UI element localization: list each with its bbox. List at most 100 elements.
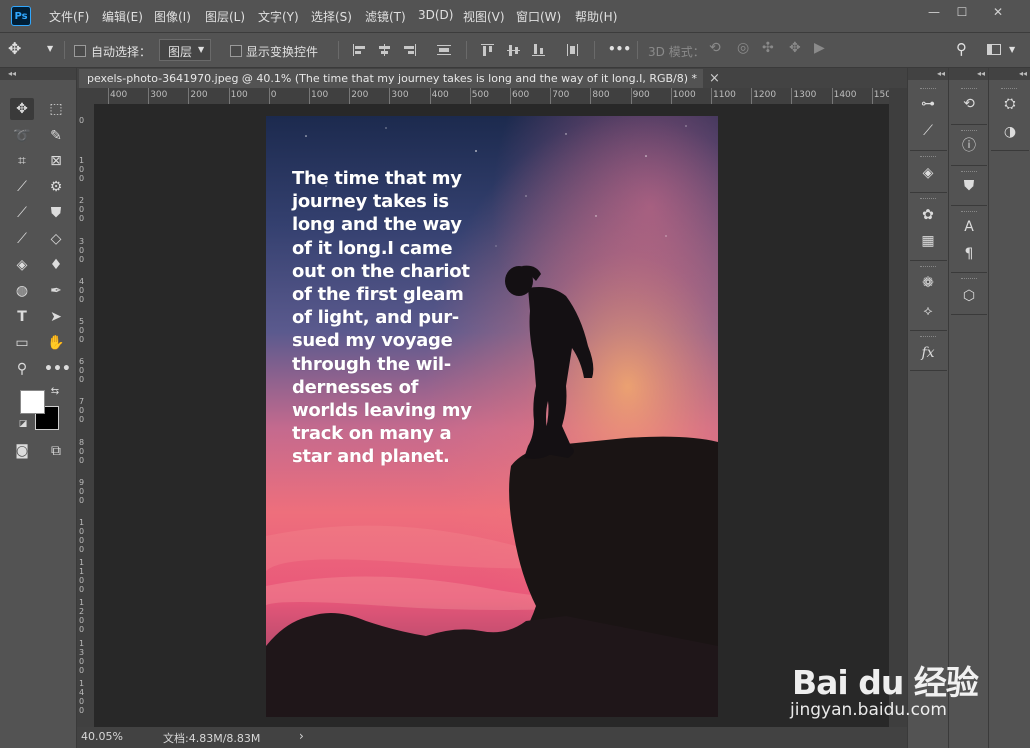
hand-tool-icon[interactable]: ✋: [44, 332, 68, 354]
menu-help[interactable]: 帮助(H): [575, 8, 617, 25]
collapse-dock-icon[interactable]: ◂◂: [989, 68, 1030, 80]
ruler-tick: [228, 88, 230, 104]
dodge-tool-icon[interactable]: ◍: [10, 280, 34, 302]
roll-3d-icon[interactable]: ◎: [737, 40, 749, 56]
quick-select-tool-icon[interactable]: ✎: [44, 125, 68, 147]
history-brush-tool-icon[interactable]: ⟋: [10, 228, 34, 250]
brush-settings-icon[interactable]: ⟋: [917, 120, 939, 142]
ruler-label: 1500: [873, 90, 889, 100]
styles-panel-icon[interactable]: fx: [917, 342, 939, 364]
status-menu-arrow[interactable]: ›: [299, 729, 304, 743]
workspace-icon[interactable]: [987, 44, 1001, 55]
crop-tool-icon[interactable]: ⌗: [10, 150, 34, 172]
photoshop-logo: Ps: [11, 6, 31, 26]
close-document-button[interactable]: ×: [709, 71, 720, 86]
ruler-label: 1400: [833, 90, 857, 100]
align-top-icon[interactable]: [481, 44, 495, 56]
distribute-icon[interactable]: [437, 44, 451, 56]
foreground-color-swatch[interactable]: [20, 390, 45, 414]
text-layer[interactable]: The time that my journey takes is long a…: [292, 167, 482, 469]
align-hcenter-icon[interactable]: [378, 44, 392, 56]
menu-window[interactable]: 窗口(W): [516, 8, 561, 25]
distribute-vertical-icon[interactable]: [566, 44, 580, 56]
menu-type[interactable]: 文字(Y): [258, 8, 299, 25]
more-tools-icon[interactable]: •••: [44, 358, 71, 380]
pan-3d-icon[interactable]: ✣: [762, 40, 774, 56]
chevron-down-icon[interactable]: ▼: [1009, 45, 1015, 54]
restore-button[interactable]: ☐: [952, 4, 972, 20]
align-left-icon[interactable]: [353, 44, 367, 56]
clone-source-icon[interactable]: ⛊: [958, 175, 980, 197]
rectangle-tool-icon[interactable]: ▭: [10, 332, 34, 354]
menu-3d[interactable]: 3D(D): [418, 8, 453, 22]
zoom-tool-icon[interactable]: ⚲: [10, 358, 34, 380]
paths-panel-icon[interactable]: ⟡: [917, 300, 939, 322]
brush-tool-icon[interactable]: ⟋: [10, 202, 34, 224]
screen-mode-icon[interactable]: ⧉: [44, 440, 68, 462]
orbit-3d-icon[interactable]: ⟲: [709, 40, 721, 56]
close-window-button[interactable]: ✕: [988, 4, 1008, 20]
horizontal-ruler[interactable]: 400 300 200 100 0 100 200 300 400 500 600 700 800 900…: [94, 88, 889, 105]
quick-mask-icon[interactable]: ◙: [10, 440, 34, 462]
search-icon[interactable]: ⚲: [956, 40, 967, 58]
marquee-tool-icon[interactable]: ⬚: [44, 98, 68, 120]
auto-select-dropdown[interactable]: 图层 ▼: [159, 39, 211, 61]
3d-panel-icon[interactable]: ⬡: [958, 285, 980, 307]
ruler-label: 0: [79, 116, 85, 125]
swap-colors-icon[interactable]: ⇆: [49, 386, 61, 398]
align-vcenter-icon[interactable]: [507, 44, 521, 56]
menu-file[interactable]: 文件(F): [49, 8, 89, 25]
video-3d-icon[interactable]: ▶: [814, 40, 825, 56]
path-select-tool-icon[interactable]: ➤: [44, 306, 68, 328]
default-colors-icon[interactable]: ◪: [17, 418, 29, 430]
menu-select[interactable]: 选择(S): [311, 8, 352, 25]
channels-panel-icon[interactable]: ❁: [917, 272, 939, 294]
more-options-button[interactable]: •••: [608, 42, 631, 56]
eyedropper-tool-icon[interactable]: ⟋: [10, 176, 34, 198]
gradient-tool-icon[interactable]: ◈: [10, 254, 34, 276]
move-tool-icon[interactable]: ✥: [10, 98, 34, 120]
ruler-label: 300: [79, 236, 85, 264]
eraser-tool-icon[interactable]: ◇: [44, 228, 68, 250]
collapse-dock-icon[interactable]: ◂◂: [949, 68, 989, 80]
layers-panel-icon[interactable]: ◈: [917, 162, 939, 184]
align-bottom-icon[interactable]: [532, 44, 546, 56]
lasso-tool-icon[interactable]: ➰: [10, 125, 34, 147]
history-panel-icon[interactable]: ⟲: [958, 93, 980, 115]
properties-panel-icon[interactable]: ⊶: [917, 93, 939, 115]
menu-image[interactable]: 图像(I): [154, 8, 191, 25]
type-tool-icon[interactable]: T: [10, 306, 34, 328]
vertical-scrollbar[interactable]: [889, 88, 907, 727]
paragraph-panel-icon[interactable]: ¶: [958, 243, 980, 265]
ruler-tick: [188, 88, 190, 104]
libraries-panel-icon[interactable]: ⛭: [999, 93, 1021, 115]
info-panel-icon[interactable]: ⓘ: [958, 135, 980, 157]
swatches-panel-icon[interactable]: ▦: [917, 230, 939, 252]
character-panel-icon[interactable]: A: [958, 216, 980, 238]
stamp-tool-icon[interactable]: ⛊: [44, 202, 68, 224]
zoom-level[interactable]: 40.05%: [81, 730, 123, 743]
collapse-tools-icon[interactable]: ◂◂: [0, 68, 76, 80]
minimize-button[interactable]: —: [924, 4, 944, 20]
3d-material-tool-icon[interactable]: ⚙: [44, 176, 68, 198]
collapse-dock-icon[interactable]: ◂◂: [908, 68, 949, 80]
document-tab[interactable]: pexels-photo-3641970.jpeg @ 40.1% (The t…: [79, 69, 703, 88]
align-right-icon[interactable]: [403, 44, 417, 56]
menu-view[interactable]: 视图(V): [463, 8, 505, 25]
menu-layer[interactable]: 图层(L): [205, 8, 245, 25]
slide-3d-icon[interactable]: ✥: [789, 40, 801, 56]
show-transform-checkbox[interactable]: [230, 45, 242, 57]
color-panel-icon[interactable]: ✿: [917, 204, 939, 226]
menu-edit[interactable]: 编辑(E): [102, 8, 143, 25]
move-tool-icon[interactable]: ✥: [8, 39, 21, 58]
status-bar: 40.05% 文档:4.83M/8.83M ›: [77, 727, 907, 748]
auto-select-checkbox[interactable]: [74, 45, 86, 57]
vertical-ruler[interactable]: 0 100 200 300 400 500 600 700 800 900 1000 1100 1200…: [77, 104, 95, 727]
chevron-down-icon[interactable]: ▼: [47, 44, 53, 53]
pen-tool-icon[interactable]: ✒: [44, 280, 68, 302]
menu-filter[interactable]: 滤镜(T): [365, 8, 406, 25]
adjustments-panel-icon[interactable]: ◑: [999, 121, 1021, 143]
blur-tool-icon[interactable]: ♦: [44, 254, 68, 276]
frame-tool-icon[interactable]: ⊠: [44, 150, 68, 172]
menu-bar: Ps 文件(F) 编辑(E) 图像(I) 图层(L) 文字(Y) 选择(S) 滤…: [0, 0, 1030, 33]
